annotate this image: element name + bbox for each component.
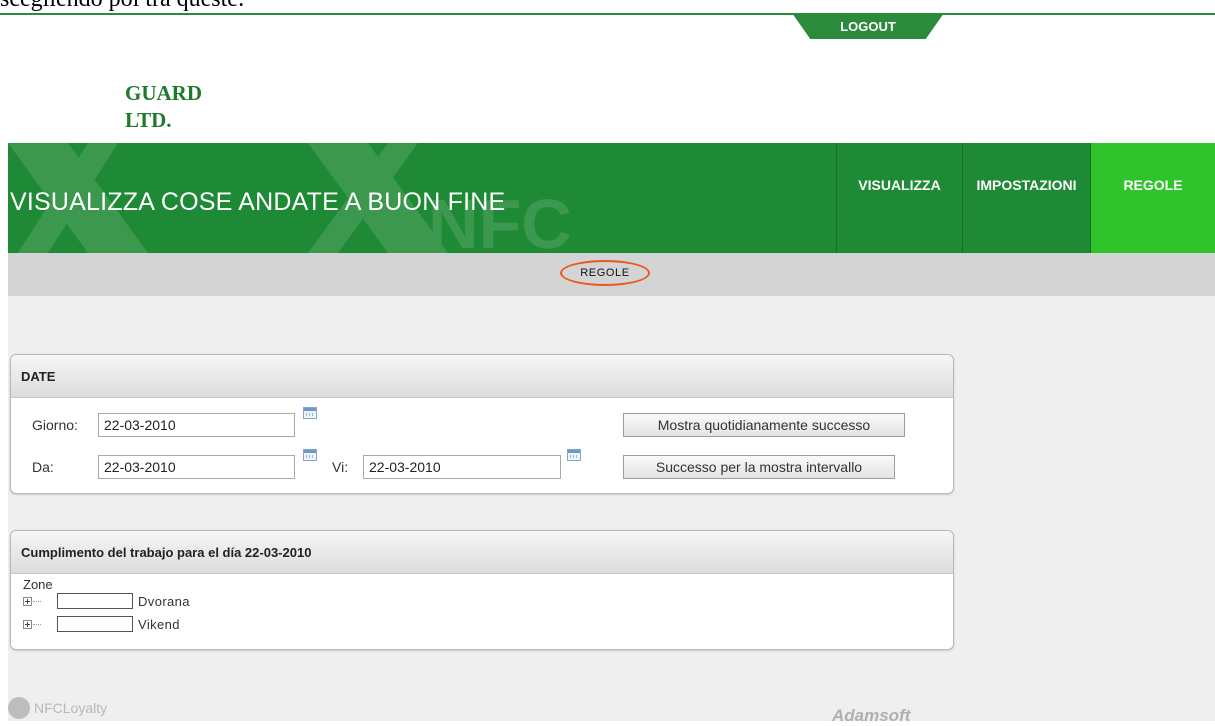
- date-panel-title: DATE: [11, 355, 953, 398]
- main-nav: VISUALIZZA IMPOSTAZIONI REGOLE: [836, 143, 1215, 253]
- footer-nfcloyalty-logo: NFCLoyalty: [8, 697, 107, 719]
- nav-impostazioni[interactable]: IMPOSTAZIONI: [962, 143, 1090, 253]
- tree-item-box[interactable]: [57, 616, 133, 632]
- footer-left-brand: NFCLoyalty: [34, 700, 108, 716]
- day-date-input[interactable]: [98, 413, 295, 437]
- tree-item-label[interactable]: Dvorana: [138, 594, 190, 609]
- to-date-input[interactable]: [363, 455, 561, 479]
- logout-button[interactable]: LOGOUT: [792, 13, 944, 39]
- nfc-logo-icon: [8, 697, 30, 719]
- subnav-regole-link[interactable]: REGOLE: [560, 260, 650, 286]
- company-name-line1: GUARD: [125, 81, 202, 105]
- to-label: Vi:: [332, 459, 349, 475]
- calendar-icon[interactable]: [303, 449, 317, 461]
- from-label: Da:: [32, 459, 54, 475]
- page-title: VISUALIZZA COSE ANDATE A BUON FINE: [10, 188, 506, 216]
- nav-regole[interactable]: REGOLE: [1090, 143, 1215, 253]
- interval-row: Da: Vi: Successo per la mostra intervall…: [11, 449, 953, 481]
- company-name: GUARD LTD.: [125, 80, 202, 134]
- page-header: NFC VISUALIZZA COSE ANDATE A BUON FINE V…: [8, 143, 1215, 253]
- expand-icon[interactable]: [23, 620, 32, 629]
- day-row: Giorno: Mostra quotidianamente successo: [11, 407, 953, 439]
- work-panel: Cumplimento del trabajo para el día 22-0…: [10, 530, 954, 650]
- tree-item-label[interactable]: Vikend: [138, 617, 180, 632]
- company-name-line2: LTD.: [125, 108, 172, 132]
- nav-visualizza[interactable]: VISUALIZZA: [836, 143, 962, 253]
- tree-connector: [33, 624, 41, 625]
- work-panel-title: Cumplimento del trabajo para el día 22-0…: [11, 531, 953, 574]
- tree-item-box[interactable]: [57, 593, 133, 609]
- main-content: DATE Giorno: Mostra quotidianamente succ…: [8, 296, 1215, 721]
- show-daily-success-button[interactable]: Mostra quotidianamente successo: [623, 413, 905, 437]
- calendar-icon[interactable]: [567, 449, 581, 461]
- expand-icon[interactable]: [23, 597, 32, 606]
- calendar-icon[interactable]: [303, 407, 317, 419]
- document-text: scegliendo poi tra queste:: [0, 0, 245, 13]
- date-panel: DATE Giorno: Mostra quotidianamente succ…: [10, 354, 954, 494]
- show-interval-success-button[interactable]: Successo per la mostra intervallo: [623, 455, 895, 479]
- tree-connector: [33, 601, 41, 602]
- from-date-input[interactable]: [98, 455, 295, 479]
- tree-item: Vikend: [23, 616, 283, 634]
- tree-root-label: Zone: [23, 577, 53, 592]
- day-label: Giorno:: [32, 417, 78, 433]
- top-divider: [0, 13, 1215, 15]
- footer-adamsoft-logo: Adamsoft: [832, 706, 911, 725]
- sub-navigation: REGOLE: [8, 253, 1215, 296]
- tree-item: Dvorana: [23, 593, 283, 611]
